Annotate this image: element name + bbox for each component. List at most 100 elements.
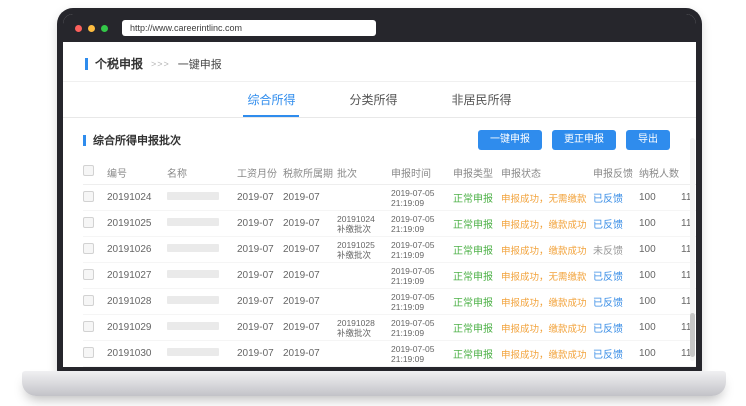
filing-time: 2019-07-0521:19:09	[391, 240, 453, 260]
filing-status: 申报成功，缴款成功	[501, 321, 593, 335]
vertical-scrollbar[interactable]	[690, 138, 695, 361]
salary-month: 2019-07	[237, 348, 283, 359]
feedback-status: 已反馈	[593, 294, 639, 309]
row-checkbox[interactable]	[83, 243, 94, 254]
correct-filing-button[interactable]: 更正申报	[552, 130, 616, 150]
redacted-name-block	[167, 348, 219, 356]
title-accent-bar	[85, 58, 88, 70]
row-checkbox[interactable]	[83, 295, 94, 306]
laptop-frame: http://www.careerintlinc.com 个税申报 >>> 一键…	[57, 8, 702, 372]
batch-ref: 20191024补缴批次	[337, 214, 391, 234]
redacted-name-block	[167, 244, 219, 252]
tax-period: 2019-07	[283, 218, 337, 229]
batch-ref	[337, 292, 391, 312]
col-header-filing-time: 申报时间	[391, 165, 453, 180]
col-header-salary-month: 工资月份	[237, 165, 283, 180]
page-header: 个税申报 >>> 一键申报	[63, 42, 696, 82]
filing-time: 2019-07-0521:19:09	[391, 188, 453, 208]
table-header: 编号 名称 工资月份 税款所属期 批次 申报时间 申报类型 申报状态 申报反馈 …	[83, 160, 696, 185]
feedback-status: 已反馈	[593, 216, 639, 231]
tab-comprehensive-income[interactable]: 综合所得	[243, 82, 299, 117]
salary-month: 2019-07	[237, 322, 283, 333]
tab-bar: 综合所得 分类所得 非居民所得	[63, 82, 696, 118]
batch-ref	[337, 344, 391, 364]
table-row: 201910292019-072019-0720191028补缴批次2019-0…	[83, 315, 696, 341]
filing-type: 正常申报	[453, 320, 501, 335]
panel-header: 综合所得申报批次 一键申报 更正申报 导出	[83, 130, 696, 150]
tax-period: 2019-07	[283, 244, 337, 255]
batch-panel: 综合所得申报批次 一键申报 更正申报 导出 编号 名称 工资月	[63, 130, 696, 367]
row-checkbox[interactable]	[83, 321, 94, 332]
name-redacted	[167, 244, 237, 255]
maximize-window-icon[interactable]	[101, 25, 108, 32]
vertical-scrollbar-thumb[interactable]	[690, 313, 695, 357]
salary-month: 2019-07	[237, 192, 283, 203]
feedback-status: 已反馈	[593, 268, 639, 283]
redacted-name-block	[167, 192, 219, 200]
panel-accent-bar	[83, 135, 86, 146]
feedback-status: 已反馈	[593, 346, 639, 361]
taxpayer-count: 100	[639, 244, 681, 255]
batch-ref: 20191025补缴批次	[337, 240, 391, 260]
table: 编号 名称 工资月份 税款所属期 批次 申报时间 申报类型 申报状态 申报反馈 …	[83, 160, 696, 367]
table-row: 201910262019-072019-0720191025补缴批次2019-0…	[83, 237, 696, 263]
table-body: 201910242019-072019-072019-07-0521:19:09…	[83, 185, 696, 367]
tax-period: 2019-07	[283, 192, 337, 203]
table-row: 201910302019-072019-072019-07-0521:19:09…	[83, 341, 696, 367]
filing-status: 申报成功，无需缴款	[501, 191, 593, 205]
table-row: 201910282019-072019-072019-07-0521:19:09…	[83, 289, 696, 315]
breadcrumb-separator: >>>	[151, 59, 170, 69]
name-redacted	[167, 192, 237, 203]
tax-period: 2019-07	[283, 270, 337, 281]
filing-time: 2019-07-0521:19:09	[391, 318, 453, 338]
taxpayer-count: 100	[639, 348, 681, 359]
table-row: 201910242019-072019-072019-07-0521:19:09…	[83, 185, 696, 211]
salary-month: 2019-07	[237, 244, 283, 255]
tab-classified-income[interactable]: 分类所得	[345, 82, 401, 117]
filing-status: 申报成功，缴款成功	[501, 217, 593, 231]
one-click-file-button[interactable]: 一键申报	[478, 130, 542, 150]
row-checkbox-cell	[83, 269, 107, 283]
minimize-window-icon[interactable]	[88, 25, 95, 32]
laptop-base	[22, 371, 726, 396]
taxpayer-count: 100	[639, 270, 681, 281]
row-checkbox[interactable]	[83, 191, 94, 202]
filing-type: 正常申报	[453, 294, 501, 309]
name-redacted	[167, 296, 237, 307]
batch-table: 编号 名称 工资月份 税款所属期 批次 申报时间 申报类型 申报状态 申报反馈 …	[83, 160, 696, 367]
filing-type: 正常申报	[453, 346, 501, 361]
row-checkbox-cell	[83, 217, 107, 231]
filing-type: 正常申报	[453, 216, 501, 231]
row-checkbox[interactable]	[83, 347, 94, 358]
tax-period: 2019-07	[283, 348, 337, 359]
batch-id: 20191029	[107, 322, 167, 333]
tab-nonresident-income[interactable]: 非居民所得	[448, 82, 516, 117]
browser-toolbar: http://www.careerintlinc.com	[63, 14, 696, 42]
col-header-feedback: 申报反馈	[593, 165, 639, 180]
filing-type: 正常申报	[453, 190, 501, 205]
row-checkbox[interactable]	[83, 269, 94, 280]
feedback-status: 未反馈	[593, 242, 639, 257]
select-all-checkbox[interactable]	[83, 165, 94, 176]
row-checkbox[interactable]	[83, 217, 94, 228]
batch-ref: 20191028补缴批次	[337, 318, 391, 338]
col-header-filing-status: 申报状态	[501, 165, 593, 180]
salary-month: 2019-07	[237, 270, 283, 281]
url-bar[interactable]: http://www.careerintlinc.com	[122, 20, 376, 36]
col-header-batch: 批次	[337, 165, 391, 180]
close-window-icon[interactable]	[75, 25, 82, 32]
tax-period: 2019-07	[283, 322, 337, 333]
export-button[interactable]: 导出	[626, 130, 670, 150]
filing-status: 申报成功，缴款成功	[501, 347, 593, 361]
breadcrumb-current: 一键申报	[178, 56, 222, 72]
salary-month: 2019-07	[237, 296, 283, 307]
taxpayer-count: 100	[639, 296, 681, 307]
batch-id: 20191025	[107, 218, 167, 229]
panel-title: 综合所得申报批次	[93, 132, 181, 148]
col-header-tax-period: 税款所属期	[283, 165, 337, 180]
batch-id: 20191027	[107, 270, 167, 281]
redacted-name-block	[167, 296, 219, 304]
filing-time: 2019-07-0521:19:09	[391, 292, 453, 312]
feedback-status: 已反馈	[593, 190, 639, 205]
filing-status: 申报成功，缴款成功	[501, 295, 593, 309]
